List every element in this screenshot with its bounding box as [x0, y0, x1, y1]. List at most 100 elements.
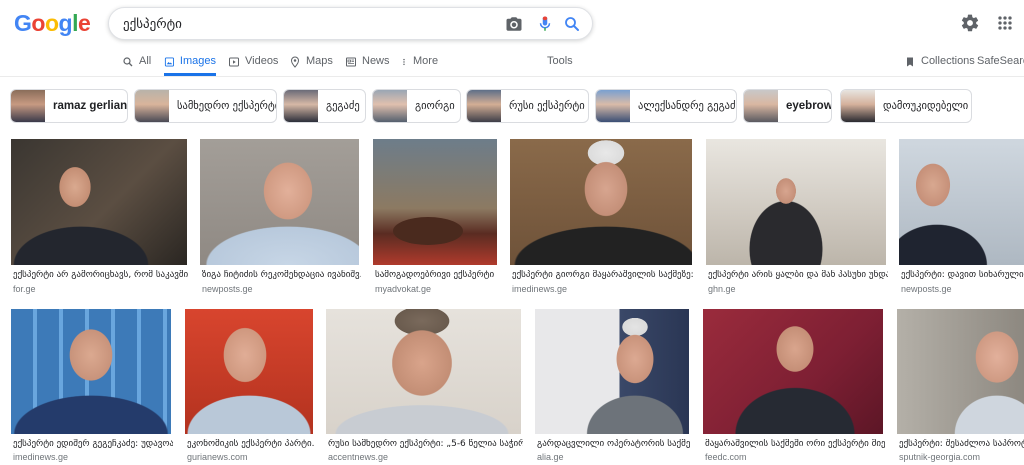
result-title: ექსპერტი ედიშერ გეგეჩკაძე: უდავოა... [13, 439, 173, 449]
news-icon [346, 57, 356, 67]
result-title: ეკონომიკის ექსპერტი პარტი... [187, 439, 315, 449]
tab-news[interactable]: News [345, 50, 390, 76]
result-thumbnail [185, 309, 313, 434]
image-result[interactable]: სამოგადოებრივი ექსპერტი myadvokat.ge [373, 139, 497, 299]
result-title: მაყარაშვილის საქმეში ორი ექსპერტი მიერ..… [705, 439, 885, 449]
result-thumbnail [326, 309, 521, 434]
gear-icon[interactable] [960, 13, 980, 33]
result-thumbnail [373, 139, 497, 265]
image-result[interactable]: რუსი სამხედრო ექსპერტი: „5-6 წელია საჭირ… [326, 309, 523, 465]
chip-thumbnail [284, 90, 318, 122]
chip-label: eyebrow [786, 100, 832, 112]
logo-letter: o [31, 10, 45, 36]
chip-label: გეგაძე [326, 100, 360, 112]
result-title: ექსპერტი გიორგი მაყარაშვილის საქმეზე: ..… [512, 270, 694, 280]
chip-thumbnail [135, 90, 169, 122]
chip-label: რუსი ექსპერტი [509, 100, 585, 112]
google-logo[interactable]: Google [14, 10, 91, 37]
chip-related-search[interactable]: დამოუკიდებელი [840, 89, 972, 123]
result-source: accentnews.ge [328, 452, 389, 462]
logo-letter: g [58, 10, 73, 36]
tab-label: More [413, 55, 439, 67]
result-thumbnail [200, 139, 359, 265]
result-source: newposts.ge [202, 284, 253, 294]
apps-grid-icon[interactable] [995, 13, 1015, 33]
more-vert-icon [403, 58, 405, 66]
image-result[interactable]: ექსპერტი: დავით სიხარულიძე... newposts.g… [899, 139, 1024, 299]
result-title: ექსპერტი არ გამორიცხავს, რომ საკავში... [13, 270, 189, 280]
related-chips: ramaz gerliani სამხედრო ექსპერტი გეგაძე … [0, 89, 1024, 123]
safesearch-link[interactable]: SafeSearch [977, 50, 1024, 76]
image-result[interactable]: მაყარაშვილის საქმეში ორი ექსპერტი მიერ..… [703, 309, 885, 465]
tab-videos[interactable]: Videos [228, 50, 278, 76]
search-icon [123, 57, 133, 67]
tab-maps[interactable]: Maps [289, 50, 333, 76]
image-result[interactable]: ეკონომიკის ექსპერტი პარტი... gurianews.c… [185, 309, 315, 465]
result-title: სამოგადოებრივი ექსპერტი [375, 270, 495, 280]
image-result[interactable]: ექსპერტი: შესაძლოა საპროტესტო... sputnik… [897, 309, 1024, 465]
play-icon [229, 57, 239, 67]
chip-related-search[interactable]: eyebrow [743, 89, 832, 123]
camera-icon[interactable] [505, 15, 523, 33]
result-source: imedinews.ge [13, 452, 69, 462]
result-source: alia.ge [537, 452, 564, 462]
chip-thumbnail [841, 90, 875, 122]
gavel-shape [393, 217, 463, 245]
collections-link[interactable]: Collections [904, 50, 975, 76]
logo-letter: e [77, 10, 91, 36]
result-thumbnail [535, 309, 689, 434]
result-source: newposts.ge [901, 284, 952, 294]
result-thumbnail [897, 309, 1024, 434]
tab-all[interactable]: All [122, 50, 151, 76]
search-tabs: All Images Videos Maps News More Tools C… [0, 50, 1024, 76]
chip-thumbnail [744, 90, 778, 122]
search-input[interactable] [123, 15, 493, 33]
result-thumbnail [703, 309, 883, 434]
chip-label: ramaz gerliani [53, 100, 128, 112]
image-result[interactable]: ექსპერტი არის ყალბი და მან პასუხი უნდა..… [706, 139, 888, 299]
result-thumbnail [11, 309, 171, 434]
bookmark-icon [907, 57, 913, 67]
result-title: ექსპერტი: დავით სიხარულიძე... [901, 270, 1024, 280]
image-result[interactable]: ზიგა ჩიტიძის რეკომენდაცია ივანიშვ... new… [200, 139, 361, 299]
result-title: ექსპერტი არის ყალბი და მან პასუხი უნდა..… [708, 270, 888, 280]
top-bar: Google [0, 0, 1024, 46]
tools-button[interactable]: Tools [547, 50, 573, 76]
chip-label: ალექსანდრე გეგაძე [638, 100, 737, 112]
chip-related-search[interactable]: რუსი ექსპერტი [466, 89, 589, 123]
tab-label: All [139, 55, 152, 67]
tools-label: Tools [547, 55, 573, 67]
chip-thumbnail [596, 90, 630, 122]
chip-label: გიორგი [415, 100, 455, 112]
chip-related-search[interactable]: გიორგი [372, 89, 461, 123]
chip-thumbnail [11, 90, 45, 122]
chip-related-search[interactable]: ramaz gerliani [10, 89, 128, 123]
chip-related-search[interactable]: სამხედრო ექსპერტი [134, 89, 277, 123]
image-result[interactable]: ექსპერტი არ გამორიცხავს, რომ საკავში... … [11, 139, 189, 299]
image-result[interactable]: ექსპერტი გიორგი მაყარაშვილის საქმეზე: ..… [510, 139, 694, 299]
search-icon[interactable] [563, 15, 581, 33]
image-result[interactable]: ექსპერტი ედიშერ გეგეჩკაძე: უდავოა... ime… [11, 309, 173, 465]
tab-label: News [362, 55, 390, 67]
result-thumbnail [706, 139, 886, 265]
tab-label: Maps [306, 55, 333, 67]
result-title: ექსპერტი: შესაძლოა საპროტესტო... [899, 439, 1024, 449]
tab-more[interactable]: More [400, 50, 438, 76]
map-pin-icon [290, 56, 300, 68]
mic-icon[interactable] [536, 15, 554, 33]
result-source: sputnik-georgia.com [899, 452, 981, 462]
result-thumbnail [11, 139, 187, 265]
image-result[interactable]: გარდაცვლილი ოპერატორის საქმე... alia.ge [535, 309, 691, 465]
result-source: for.ge [13, 284, 36, 294]
image-icon [164, 57, 175, 67]
result-source: feedc.com [705, 452, 747, 462]
chip-label: სამხედრო ექსპერტი [177, 100, 277, 112]
tab-label: Images [179, 55, 216, 67]
tab-images[interactable]: Images [164, 50, 216, 76]
logo-letter: G [14, 10, 32, 36]
chip-related-search[interactable]: გეგაძე [283, 89, 366, 123]
safesearch-label: SafeSearch [977, 55, 1024, 67]
chip-related-search[interactable]: ალექსანდრე გეგაძე [595, 89, 737, 123]
result-source: myadvokat.ge [375, 284, 432, 294]
result-thumbnail [510, 139, 692, 265]
